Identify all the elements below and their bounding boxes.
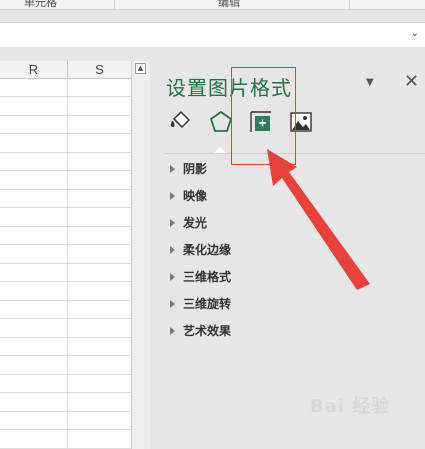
annotation-arrow <box>267 149 370 290</box>
watermark: Bai 经验 <box>310 396 391 417</box>
